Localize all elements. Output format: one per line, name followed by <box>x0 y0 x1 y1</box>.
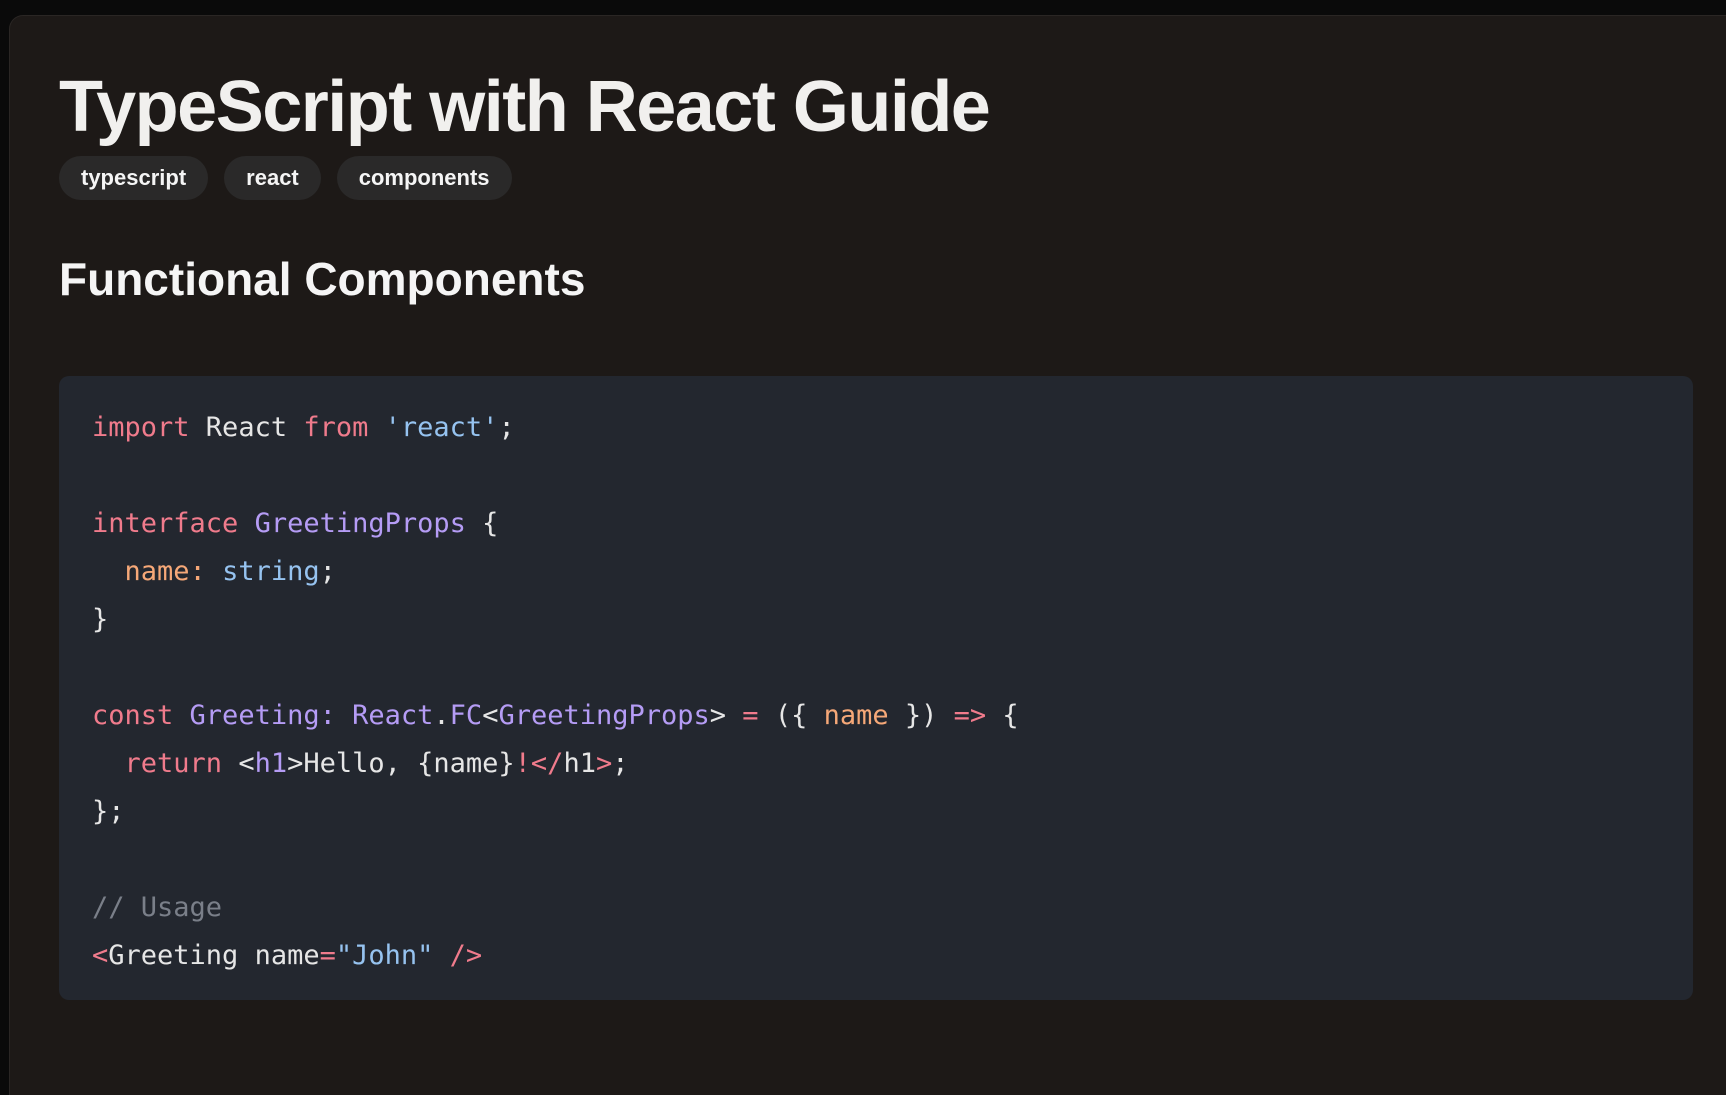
code-token: < <box>92 940 109 971</box>
code-token: > <box>595 748 613 779</box>
code-line: } <box>92 596 1693 644</box>
section-heading: Functional Components <box>59 253 586 305</box>
code-token: > <box>709 700 743 731</box>
code-token: < <box>482 700 499 731</box>
code-token: /> <box>449 940 483 971</box>
code-token: ({ <box>758 700 824 731</box>
code-token: !</ <box>514 748 564 779</box>
code-line: import React from 'react'; <box>92 404 1693 452</box>
code-token: FC <box>449 700 483 731</box>
code-token: return <box>124 748 223 779</box>
code-line: }; <box>92 788 1693 836</box>
code-token: GreetingProps <box>498 700 710 731</box>
code-token: ; <box>612 748 629 779</box>
code-token: Greeting name <box>108 940 320 971</box>
code-token: ; <box>319 556 336 587</box>
code-token: { <box>465 508 499 539</box>
code-line: <Greeting name="John" /> <box>92 932 1693 980</box>
page-title: TypeScript with React Guide <box>59 67 991 147</box>
code-line: const Greeting: React.FC<GreetingProps> … <box>92 692 1693 740</box>
code-line: interface GreetingProps { <box>92 500 1693 548</box>
code-token: } <box>92 604 109 635</box>
code-token: name: <box>124 556 206 587</box>
code-token: ; <box>498 412 515 443</box>
code-token: name <box>823 700 889 731</box>
article-window: TypeScript with React Guide typescript r… <box>9 15 1726 1095</box>
tag-typescript[interactable]: typescript <box>59 156 209 200</box>
code-token: GreetingProps <box>254 508 466 539</box>
tag-react[interactable]: react <box>224 156 321 200</box>
code-token: h1 <box>563 748 596 779</box>
code-line: return <h1>Hello, {name}!</h1>; <box>92 740 1693 788</box>
code-token: string <box>222 556 320 587</box>
code-token: = <box>742 700 759 731</box>
code-token: { <box>986 700 1019 731</box>
code-token: "John" <box>335 940 434 971</box>
code-token: // Usage <box>92 892 223 923</box>
code-line: name: string; <box>92 548 1693 596</box>
code-token: = <box>319 940 336 971</box>
code-token: . <box>433 700 450 731</box>
code-token: => <box>953 700 987 731</box>
code-token: h1 <box>254 748 288 779</box>
tag-list: typescript react components <box>59 156 512 200</box>
code-token: >Hello, {name} <box>287 748 515 779</box>
code-token: React <box>189 412 304 443</box>
code-token: }) <box>888 700 954 731</box>
code-token: < <box>222 748 255 779</box>
code-token: }; <box>92 796 125 827</box>
code-token: React <box>352 700 434 731</box>
code-block[interactable]: import React from 'react'; interface Gre… <box>59 376 1693 1000</box>
code-line: // Usage <box>92 884 1693 932</box>
code-token: 'react' <box>384 412 499 443</box>
code-token: from <box>303 412 369 443</box>
code-token: interface <box>92 508 239 539</box>
code-token: const <box>92 700 174 731</box>
code-token: Greeting: <box>189 700 336 731</box>
code-token: import <box>92 412 190 443</box>
tag-components[interactable]: components <box>336 156 512 200</box>
